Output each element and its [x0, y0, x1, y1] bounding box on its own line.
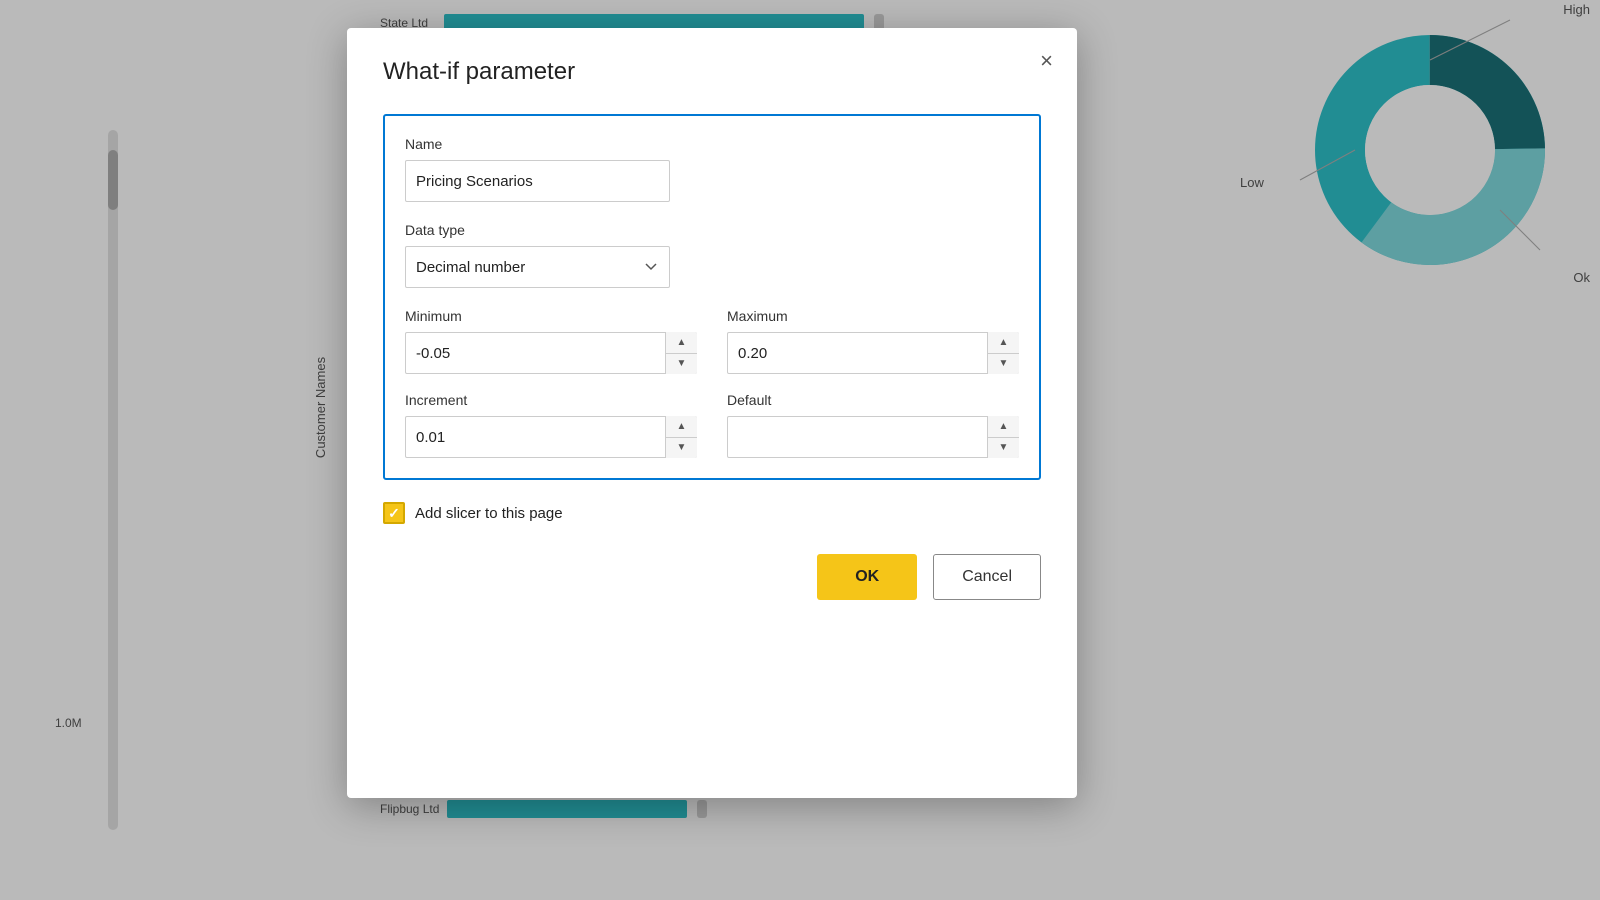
- checkbox-label: Add slicer to this page: [415, 505, 563, 522]
- name-label: Name: [405, 136, 1019, 152]
- increment-group: Increment ▲ ▼: [405, 392, 697, 458]
- maximum-label: Maximum: [727, 308, 1019, 324]
- inner-panel: Name Data type Decimal number Whole numb…: [383, 114, 1041, 480]
- default-spin-up[interactable]: ▲: [988, 416, 1019, 438]
- minimum-label: Minimum: [405, 308, 697, 324]
- minimum-spin-down[interactable]: ▼: [666, 354, 697, 375]
- increment-default-row: Increment ▲ ▼ Default ▲ ▼: [405, 392, 1019, 458]
- increment-spin-up[interactable]: ▲: [666, 416, 697, 438]
- maximum-group: Maximum ▲ ▼: [727, 308, 1019, 374]
- add-slicer-checkbox[interactable]: ✓: [383, 502, 405, 524]
- checkmark-icon: ✓: [388, 506, 400, 520]
- checkbox-row: ✓ Add slicer to this page: [383, 502, 1041, 524]
- increment-spinbox: ▲ ▼: [405, 416, 697, 458]
- default-label: Default: [727, 392, 1019, 408]
- datatype-label: Data type: [405, 222, 1019, 238]
- maximum-spinbox: ▲ ▼: [727, 332, 1019, 374]
- minimum-arrows: ▲ ▼: [665, 332, 697, 374]
- default-input[interactable]: [727, 416, 1019, 458]
- cancel-button[interactable]: Cancel: [933, 554, 1041, 600]
- default-spinbox: ▲ ▼: [727, 416, 1019, 458]
- maximum-arrows: ▲ ▼: [987, 332, 1019, 374]
- minimum-spinbox: ▲ ▼: [405, 332, 697, 374]
- increment-arrows: ▲ ▼: [665, 416, 697, 458]
- dialog-title: What-if parameter: [383, 58, 1041, 86]
- default-arrows: ▲ ▼: [987, 416, 1019, 458]
- default-group: Default ▲ ▼: [727, 392, 1019, 458]
- increment-label: Increment: [405, 392, 697, 408]
- name-input[interactable]: [405, 160, 670, 202]
- minimum-spin-up[interactable]: ▲: [666, 332, 697, 354]
- increment-input[interactable]: [405, 416, 697, 458]
- minimum-group: Minimum ▲ ▼: [405, 308, 697, 374]
- button-row: OK Cancel: [383, 554, 1041, 600]
- maximum-spin-up[interactable]: ▲: [988, 332, 1019, 354]
- datatype-select[interactable]: Decimal number Whole number Text: [405, 246, 670, 288]
- minimum-input[interactable]: [405, 332, 697, 374]
- what-if-dialog: What-if parameter × Name Data type Decim…: [347, 28, 1077, 798]
- increment-spin-down[interactable]: ▼: [666, 438, 697, 459]
- min-max-row: Minimum ▲ ▼ Maximum ▲ ▼: [405, 308, 1019, 374]
- ok-button[interactable]: OK: [817, 554, 917, 600]
- default-spin-down[interactable]: ▼: [988, 438, 1019, 459]
- maximum-spin-down[interactable]: ▼: [988, 354, 1019, 375]
- maximum-input[interactable]: [727, 332, 1019, 374]
- close-button[interactable]: ×: [1040, 50, 1053, 72]
